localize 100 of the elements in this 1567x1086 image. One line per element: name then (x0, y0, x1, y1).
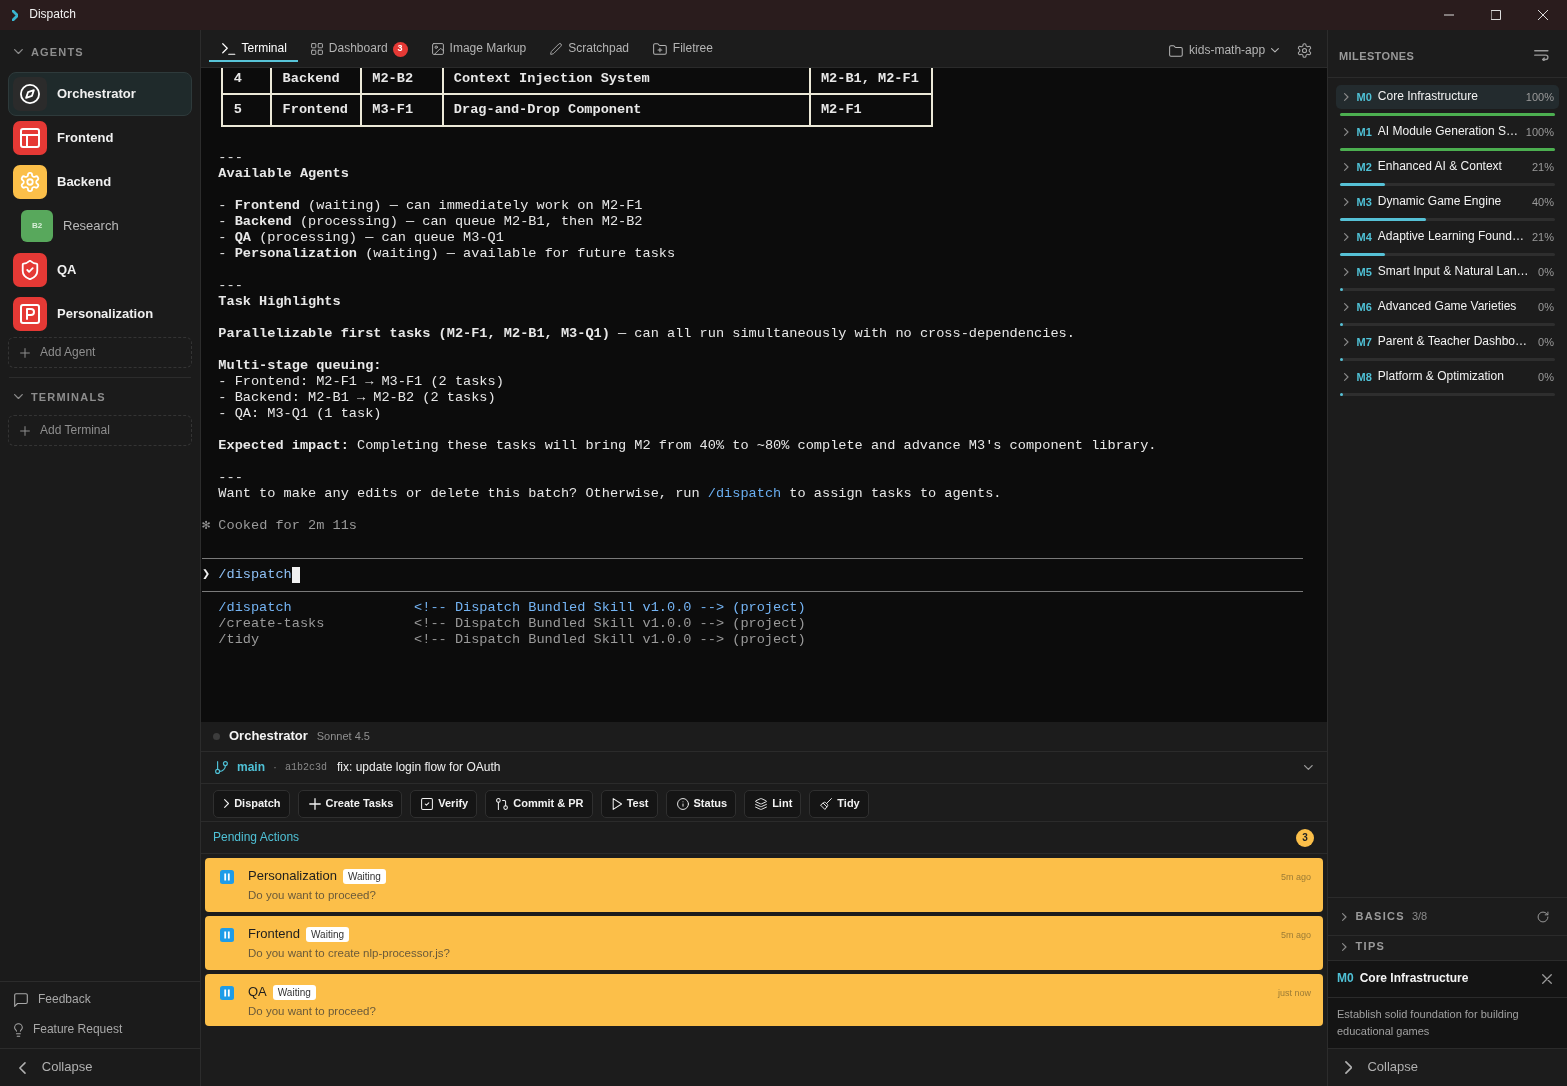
pause-icon (220, 928, 234, 942)
agent-item[interactable]: Frontend (8, 116, 192, 160)
chevron-right-icon[interactable] (1342, 942, 1347, 951)
action-button[interactable]: Create Tasks (297, 789, 403, 818)
lightbulb-icon (14, 1023, 23, 1037)
table-cell: M2-B2 (361, 68, 443, 94)
chevron-down-icon[interactable] (1304, 765, 1313, 770)
terminal-line: - Frontend (waiting) — can immediately work on M2-F1 (218, 198, 644, 214)
suggestion-item[interactable]: /dispatch <!-- Dispatch Bundled Skill v1.0.0 --> (project) (218, 600, 1327, 616)
agent-item[interactable]: QA (8, 248, 192, 292)
tab[interactable]: Image Markup (418, 30, 538, 62)
action-button[interactable]: Lint (744, 789, 802, 818)
terminal-heading: Multi-stage queuing: (218, 358, 383, 374)
settings-icon[interactable] (1297, 43, 1312, 58)
pending-card[interactable]: Frontend Waiting Do you want to create nlp-processor.js? 5m ago (205, 916, 1323, 970)
milestone-item[interactable]: M1 AI Module Generation S… 100% (1336, 120, 1559, 144)
text-wrap-icon[interactable] (1534, 50, 1549, 61)
commit-message: fix: update login flow for OAuth (337, 759, 501, 776)
close-icon[interactable] (1542, 974, 1552, 984)
add-button[interactable]: Add Agent (8, 337, 192, 368)
agent-item[interactable]: B2 Research (8, 204, 192, 248)
chevron-icon (12, 9, 19, 21)
pending-message: Do you want to create nlp-processor.js? (248, 945, 450, 961)
pending-card[interactable]: QA Waiting Do you want to proceed? just now (205, 974, 1323, 1026)
agent-name: Research (63, 217, 119, 235)
suggestion-item[interactable]: /tidy <!-- Dispatch Bundled Skill v1.0.0 --> (project) (218, 632, 1327, 648)
chevron-left-icon (19, 1061, 26, 1074)
pending-count: 3 (1296, 828, 1314, 847)
info-icon (676, 797, 689, 810)
milestone-percent: 100% (1524, 89, 1554, 105)
tab[interactable]: Scratchpad (537, 30, 640, 62)
milestone-item[interactable]: M4 Adaptive Learning Found… 21% (1336, 225, 1559, 249)
status-label: Waiting (272, 984, 316, 1000)
collapse-button[interactable]: Collapse (1328, 1048, 1567, 1086)
terminal-icon (222, 43, 236, 55)
table-cell: Context Injection System (442, 68, 810, 94)
table-cell: 5 (222, 94, 272, 126)
pending-message: Do you want to proceed? (248, 887, 377, 903)
action-button[interactable]: Commit & PR (485, 789, 593, 818)
footer-link[interactable]: Feature Request (0, 1015, 200, 1045)
project-selector[interactable]: kids-math-app (1169, 38, 1279, 59)
add-button[interactable]: Add Terminal (8, 415, 192, 446)
milestone-name: Dynamic Game Engine (1377, 194, 1502, 210)
refresh-icon[interactable] (1537, 910, 1549, 923)
milestone-code: M6 (1356, 299, 1372, 315)
git-branch-icon (215, 761, 228, 774)
milestone-percent: 40% (1530, 194, 1554, 210)
section-title: AGENTS (30, 44, 84, 60)
action-button[interactable]: Verify (410, 789, 478, 818)
command-input[interactable]: /dispatch (218, 567, 300, 583)
pending-message: Do you want to proceed? (248, 1003, 376, 1019)
maximize-icon[interactable] (1491, 10, 1501, 20)
git-pull-request-icon (496, 797, 509, 810)
agent-name: Personalization (248, 868, 337, 885)
tab[interactable]: Filetree (640, 30, 724, 62)
chevron-down-icon[interactable] (14, 394, 23, 400)
section-title: BASICS (1355, 909, 1405, 924)
command-name: /create-tasks (218, 616, 326, 632)
terminal-line: - Personalization (waiting) — available for future tasks (218, 246, 677, 262)
agent-item[interactable]: Backend (8, 160, 192, 204)
agent-name: Orchestrator (57, 85, 136, 103)
chevron-right-icon[interactable] (1342, 912, 1347, 921)
collapse-button[interactable]: Collapse (0, 1048, 200, 1086)
agent-item[interactable]: Personalization (8, 292, 192, 336)
milestone-item[interactable]: M5 Smart Input & Natural Lan… 0% (1336, 260, 1559, 284)
milestone-item[interactable]: M3 Dynamic Game Engine 40% (1336, 190, 1559, 214)
chevron-down-icon[interactable] (14, 49, 23, 55)
agent-item[interactable]: Orchestrator (8, 72, 192, 116)
milestone-percent: 0% (1537, 264, 1554, 280)
agent-name: QA (248, 984, 267, 1001)
milestone-code: M3 (1356, 194, 1372, 210)
milestone-item[interactable]: M7 Parent & Teacher Dashbo… 0% (1336, 330, 1559, 354)
milestone-item[interactable]: M6 Advanced Game Varieties 0% (1336, 295, 1559, 319)
plus-icon (308, 797, 321, 810)
footer-link[interactable]: Feedback (0, 985, 200, 1015)
milestone-item[interactable]: M8 Platform & Optimization 0% (1336, 365, 1559, 389)
action-button[interactable]: Tidy (809, 789, 869, 818)
action-button[interactable]: Dispatch (213, 789, 290, 818)
tab[interactable]: Dashboard 3 (297, 30, 419, 62)
folder-icon (1169, 44, 1184, 57)
image-icon (431, 43, 444, 55)
section-title: TIPS (1355, 939, 1386, 954)
command-description: <!-- Dispatch Bundled Skill v1.0.0 --> (project) (414, 632, 806, 648)
suggestion-item[interactable]: /create-tasks <!-- Dispatch Bundled Skill v1.0.0 --> (project) (218, 616, 1327, 632)
pause-icon (220, 986, 234, 1000)
terminal-line: --- (218, 470, 244, 486)
terminal-line: Expected impact: Completing these tasks will bring M2 from 40% to ~80% complete and advance M3's component library. (218, 438, 1158, 454)
pending-card[interactable]: Personalization Waiting Do you want to proceed? 5m ago (205, 858, 1323, 912)
milestone-item[interactable]: M0 Core Infrastructure 100% (1336, 85, 1559, 109)
agent-name: Backend (57, 173, 112, 191)
tab[interactable]: Terminal (209, 30, 298, 62)
milestone-name: Advanced Game Varieties (1377, 299, 1517, 315)
action-button[interactable]: Status (665, 789, 737, 818)
milestone-item[interactable]: M2 Enhanced AI & Context 21% (1336, 155, 1559, 179)
panel-title: MILESTONES (1339, 49, 1415, 64)
action-button[interactable]: Test (600, 789, 658, 818)
milestone-name: Enhanced AI & Context (1377, 159, 1502, 175)
command-link[interactable]: /dispatch (707, 486, 782, 501)
commit-hash: a1b2c3d (285, 761, 328, 774)
milestone-code: M1 (1356, 124, 1372, 140)
